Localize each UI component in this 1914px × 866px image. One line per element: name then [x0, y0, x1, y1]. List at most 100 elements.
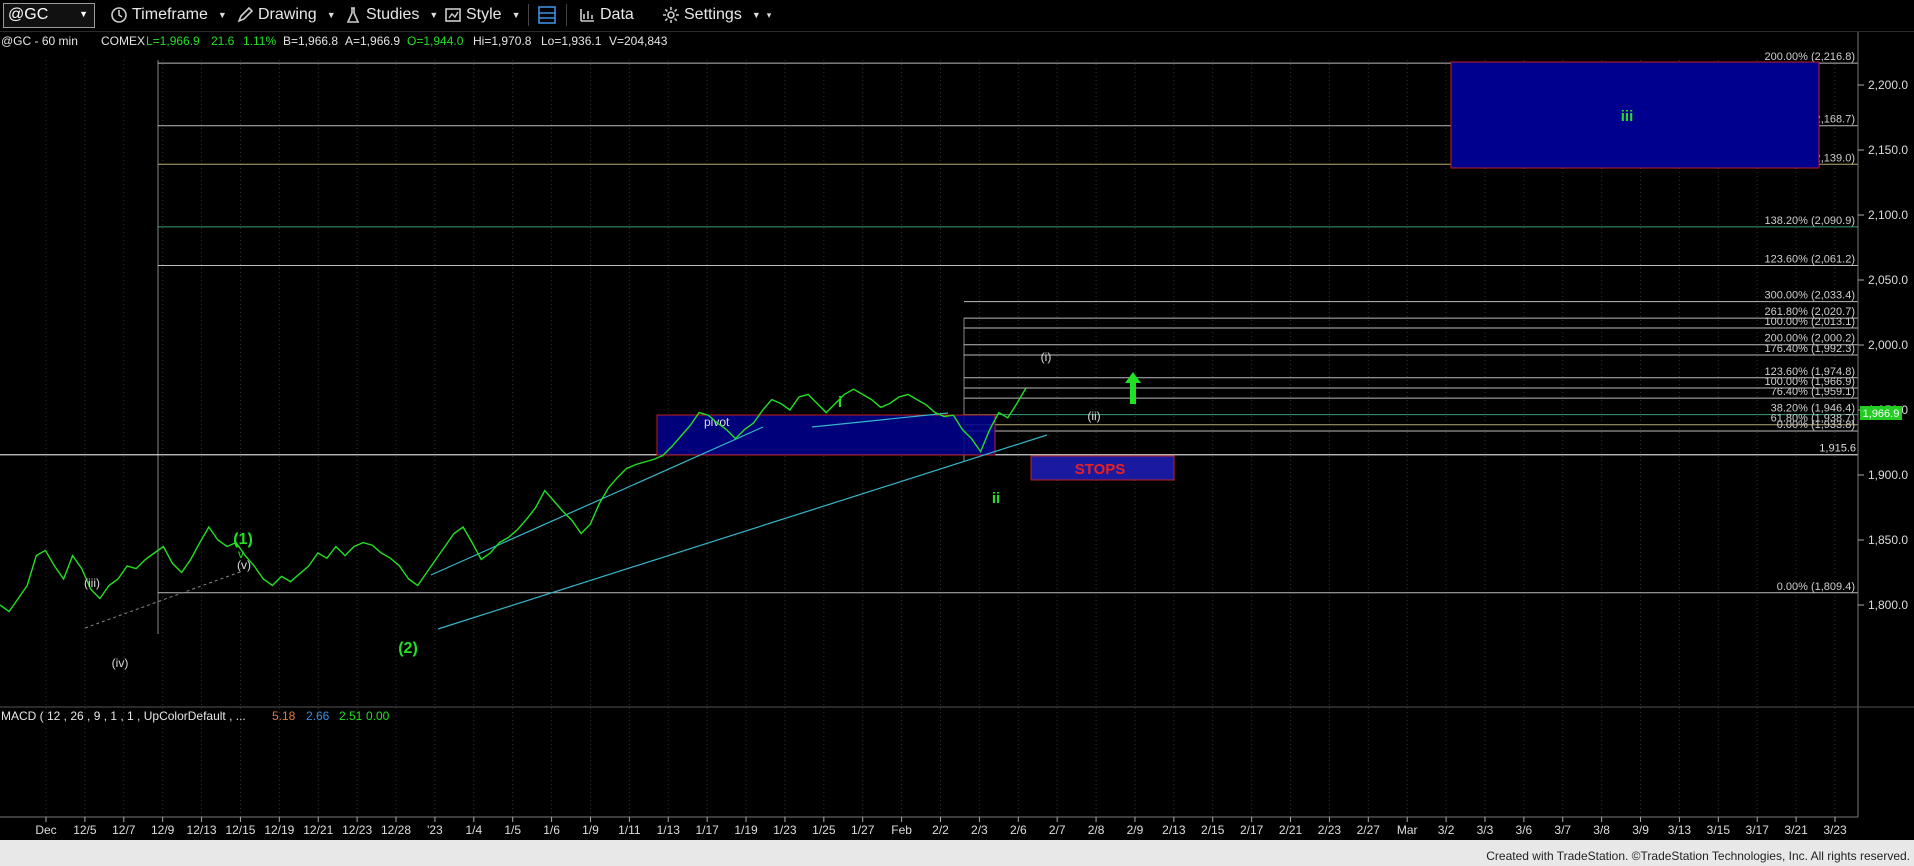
date-tick-label: 2/27	[1357, 823, 1381, 837]
date-tick-label: 12/21	[303, 823, 333, 837]
data-menu[interactable]: Data	[578, 4, 634, 26]
header-bid: B=1,966.8	[283, 34, 338, 48]
wave-i-white-label: (i)	[1041, 350, 1052, 364]
symbol-dropdown[interactable]: @GC ▼	[3, 3, 95, 28]
date-tick-label: 1/5	[504, 823, 521, 837]
price-axis: 2,200.02,150.02,100.02,050.02,000.01,950…	[1858, 78, 1908, 612]
chevron-down-icon: ▼	[511, 10, 521, 20]
style-icon	[445, 8, 461, 22]
date-axis: Dec 12/5 12/7 12/9 12/13 12/15 12/19 12/21 12/23…	[35, 817, 1847, 837]
settings-label: Settings	[684, 6, 742, 23]
price-tick-label: 2,050.0	[1868, 273, 1908, 287]
price-tick-label: 2,200.0	[1868, 78, 1908, 92]
header-volume: V=204,843	[609, 34, 668, 48]
date-tick-label: 2/8	[1088, 823, 1105, 837]
wave-labels: (1) v (v) (2) (iii) (iv) i ii (i) (ii)	[84, 350, 1101, 670]
layout-icon	[538, 6, 556, 24]
date-tick-label: 12/15	[225, 823, 255, 837]
date-tick-label: 2/15	[1201, 823, 1225, 837]
price-chart[interactable]: @GC - 60 min COMEX L=1,966.9 21.6 1.11% …	[0, 32, 1914, 840]
symbol-value: @GC	[8, 6, 49, 23]
date-tick-label: 3/7	[1554, 823, 1571, 837]
studies-label: Studies	[366, 6, 420, 23]
timeframe-label: Timeframe	[132, 6, 208, 23]
header-last: L=1,966.9	[146, 34, 200, 48]
macd-value-1: 5.18	[272, 709, 296, 723]
price-tick-label: 2,000.0	[1868, 338, 1908, 352]
date-tick-label: 2/21	[1279, 823, 1303, 837]
fib-level-label: 300.00% (2,033.4)	[1764, 290, 1855, 302]
header-open: O=1,944.0	[407, 34, 464, 48]
date-tick-label: 1/17	[695, 823, 719, 837]
support-label: 1,915.6	[1819, 443, 1856, 455]
wave-iii-target-box[interactable]	[1450, 61, 1820, 169]
date-tick-label: 1/13	[657, 823, 681, 837]
date-tick-label: 2/23	[1318, 823, 1342, 837]
date-tick-label: 2/3	[971, 823, 988, 837]
date-tick-label: 1/4	[465, 823, 482, 837]
date-tick-label: 2/2	[932, 823, 949, 837]
symbol-header: @GC - 60 min COMEX L=1,966.9 21.6 1.11% …	[1, 34, 668, 48]
flask-icon	[346, 7, 360, 23]
layout-button[interactable]	[537, 4, 561, 26]
date-tick-label: 3/13	[1668, 823, 1692, 837]
header-low: Lo=1,936.1	[541, 34, 602, 48]
date-tick-label: 12/19	[264, 823, 294, 837]
gear-icon	[663, 7, 679, 23]
header-pct: 1.11%	[243, 34, 276, 48]
date-tick-label: 2/13	[1162, 823, 1186, 837]
date-tick-label: 12/7	[112, 823, 136, 837]
settings-menu[interactable]: Settings ▼ ▾	[662, 4, 771, 26]
date-tick-label: 3/15	[1707, 823, 1731, 837]
fib-level-label: 176.40% (1,992.3)	[1764, 343, 1855, 355]
date-tick-label: 3/6	[1516, 823, 1533, 837]
wave-v-paren-label: (v)	[237, 558, 251, 572]
data-label: Data	[600, 6, 634, 23]
chevron-down-icon: ▼	[326, 10, 336, 20]
date-tick-label: 3/23	[1823, 823, 1847, 837]
timeframe-menu[interactable]: Timeframe ▼	[110, 4, 227, 26]
fib-level-label: 100.00% (2,013.1)	[1764, 316, 1855, 328]
chevron-down-icon: ▼	[79, 9, 88, 19]
wave-ii-white-label: (ii)	[1087, 409, 1100, 423]
fib-level-label: 123.60% (2,061.2)	[1764, 253, 1855, 265]
chevron-down-icon: ▼	[751, 10, 761, 20]
date-tick-label: 12/13	[187, 823, 217, 837]
price-tick-label: 2,100.0	[1868, 208, 1908, 222]
date-tick-label: 3/17	[1746, 823, 1770, 837]
copyright-footer: Created with TradeStation. ©TradeStation…	[1486, 849, 1910, 863]
header-change: 21.6	[211, 34, 235, 48]
macd-value-3: 2.51	[339, 709, 363, 723]
date-tick-label: 3/2	[1438, 823, 1455, 837]
chevron-down-icon: ▼	[217, 10, 227, 20]
date-tick-label: 12/5	[73, 823, 97, 837]
date-tick-label: 1/19	[734, 823, 758, 837]
date-tick-label: Dec	[35, 823, 56, 837]
chevron-down-icon: ▾	[766, 9, 772, 20]
date-tick-label: 3/21	[1784, 823, 1808, 837]
wave-i-green-label: i	[838, 394, 842, 411]
date-tick-label: 3/8	[1593, 823, 1610, 837]
style-menu[interactable]: Style ▼	[444, 4, 521, 26]
pencil-icon	[237, 6, 254, 23]
header-ask: A=1,966.9	[345, 34, 400, 48]
date-tick-label: 2/17	[1240, 823, 1264, 837]
wave-2-label: (2)	[398, 640, 418, 657]
price-tick-label: 1,850.0	[1868, 533, 1908, 547]
date-tick-label: 1/6	[543, 823, 560, 837]
macd-value-4: 0.00	[366, 709, 390, 723]
date-tick-label: 1/23	[773, 823, 797, 837]
fib-level-label: 76.40% (1,959.1)	[1771, 386, 1855, 398]
main-toolbar: @GC ▼ Timeframe ▼ Drawing ▼ Studies ▼ Style…	[0, 0, 1914, 32]
wave-iii-white-label: (iii)	[84, 576, 100, 590]
date-tick-label: 1/25	[812, 823, 836, 837]
fib-level-label: 200.00% (2,216.8)	[1764, 51, 1855, 63]
chevron-down-icon: ▼	[429, 10, 439, 20]
wave-1-label: (1)	[233, 531, 253, 548]
date-tick-label: 12/23	[342, 823, 372, 837]
last-price-label: 1,966.9	[1863, 408, 1900, 420]
header-title: @GC - 60 min	[1, 34, 78, 48]
studies-menu[interactable]: Studies ▼	[344, 4, 438, 26]
drawing-label: Drawing	[258, 6, 317, 23]
drawing-menu[interactable]: Drawing ▼	[236, 4, 336, 26]
